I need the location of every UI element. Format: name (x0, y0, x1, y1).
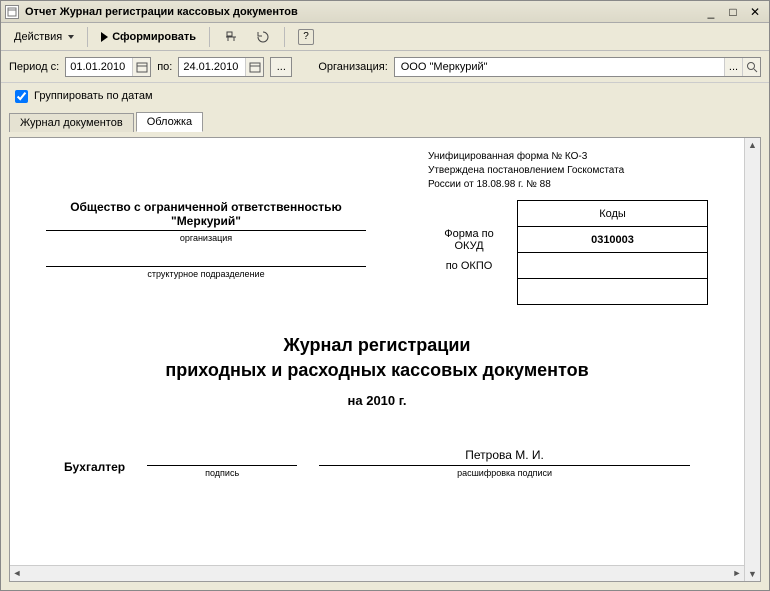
toolbar-separator (209, 27, 210, 47)
calendar-icon (249, 61, 261, 73)
date-to-input[interactable] (179, 58, 245, 76)
signature-role: Бухгалтер (64, 460, 125, 478)
okpo-label: по ОКПО (428, 253, 518, 279)
app-window: Отчет Журнал регистрации кассовых докуме… (0, 0, 770, 591)
okud-label: Форма по ОКУД (428, 227, 518, 253)
group-by-dates-label: Группировать по датам (34, 90, 153, 102)
tab-cover[interactable]: Обложка (136, 112, 203, 132)
help-button[interactable]: ? (291, 26, 321, 48)
codes-table: Коды Форма по ОКУД 0310003 по ОКПО (428, 200, 708, 305)
settings-button[interactable] (216, 26, 246, 48)
window-icon (5, 5, 19, 19)
cover-subdivision-line (46, 253, 366, 267)
actions-label: Действия (14, 31, 62, 43)
organization-input[interactable] (395, 58, 724, 76)
restore-settings-button[interactable] (248, 26, 278, 48)
calendar-icon (136, 61, 148, 73)
options-row: Группировать по датам (1, 83, 769, 109)
group-by-dates-checkbox[interactable] (15, 90, 28, 103)
toolbar-separator (87, 27, 88, 47)
signature-caption: подпись (147, 468, 297, 478)
cover-title-line2: приходных и расходных кассовых документо… (46, 360, 708, 381)
signature-decode-value: Петрова М. И. (319, 448, 690, 466)
chevron-down-icon (68, 35, 74, 39)
settings-icon (223, 29, 239, 45)
extra-code-cell (518, 279, 708, 305)
signature-row: Бухгалтер подпись Петрова М. И. расшифро… (46, 448, 708, 478)
approval-text: Унифицированная форма № КО-3 Утверждена … (428, 150, 708, 192)
period-to-label: по: (157, 61, 172, 73)
play-icon (101, 32, 108, 42)
scroll-right-icon[interactable]: ► (730, 566, 744, 580)
cover-period: на 2010 г. (46, 393, 708, 408)
tab-journal[interactable]: Журнал документов (9, 113, 134, 132)
minimize-button[interactable]: _ (701, 4, 721, 20)
cover-title-line1: Журнал регистрации (46, 335, 708, 356)
signature-decode-caption: расшифровка подписи (319, 468, 690, 478)
signature-line (147, 448, 297, 466)
vertical-scrollbar[interactable]: ▲ ▼ (744, 138, 760, 581)
restore-icon (255, 29, 271, 45)
cover-document: Общество с ограниченной ответственностью… (10, 138, 744, 565)
actions-menu-button[interactable]: Действия (7, 26, 81, 48)
window-title: Отчет Журнал регистрации кассовых докуме… (25, 6, 701, 18)
horizontal-scrollbar[interactable]: ◄ ► (10, 565, 744, 581)
titlebar: Отчет Журнал регистрации кассовых докуме… (1, 1, 769, 23)
generate-label: Сформировать (112, 31, 196, 43)
maximize-button[interactable]: □ (723, 4, 743, 20)
scroll-down-icon[interactable]: ▼ (746, 567, 760, 581)
okpo-value (518, 253, 708, 279)
approval-line: Утверждена постановлением Госкомстата (428, 164, 708, 178)
cover-subdivision-caption: структурное подразделение (46, 269, 366, 279)
magnifier-icon (746, 61, 758, 73)
okud-value: 0310003 (518, 227, 708, 253)
date-to-calendar-button[interactable] (245, 58, 263, 76)
tab-body: Общество с ограниченной ответственностью… (1, 131, 769, 590)
organization-select-button[interactable]: ... (724, 58, 742, 76)
date-from-field[interactable] (65, 57, 151, 77)
tabs: Журнал документов Обложка (1, 109, 769, 131)
cover-org-caption: организация (46, 233, 366, 243)
date-to-field[interactable] (178, 57, 264, 77)
period-select-button[interactable]: ... (270, 57, 292, 77)
toolbar: Действия Сформировать ? (1, 23, 769, 51)
document-frame: Общество с ограниченной ответственностью… (9, 137, 761, 582)
codes-header: Коды (518, 201, 708, 227)
cover-org-name: Общество с ограниченной ответственностью… (46, 200, 366, 231)
period-from-label: Период с: (9, 61, 59, 73)
organization-label: Организация: (318, 61, 387, 73)
date-from-input[interactable] (66, 58, 132, 76)
organization-lookup-button[interactable] (742, 58, 760, 76)
scroll-left-icon[interactable]: ◄ (10, 566, 24, 580)
toolbar-separator (284, 27, 285, 47)
close-button[interactable]: ✕ (745, 4, 765, 20)
scroll-up-icon[interactable]: ▲ (746, 138, 760, 152)
help-icon: ? (298, 29, 314, 45)
organization-field[interactable]: ... (394, 57, 761, 77)
approval-line: России от 18.08.98 г. № 88 (428, 178, 708, 192)
approval-line: Унифицированная форма № КО-3 (428, 150, 708, 164)
date-from-calendar-button[interactable] (132, 58, 150, 76)
params-bar: Период с: по: ... Организация: ... (1, 51, 769, 83)
generate-button[interactable]: Сформировать (94, 26, 203, 48)
